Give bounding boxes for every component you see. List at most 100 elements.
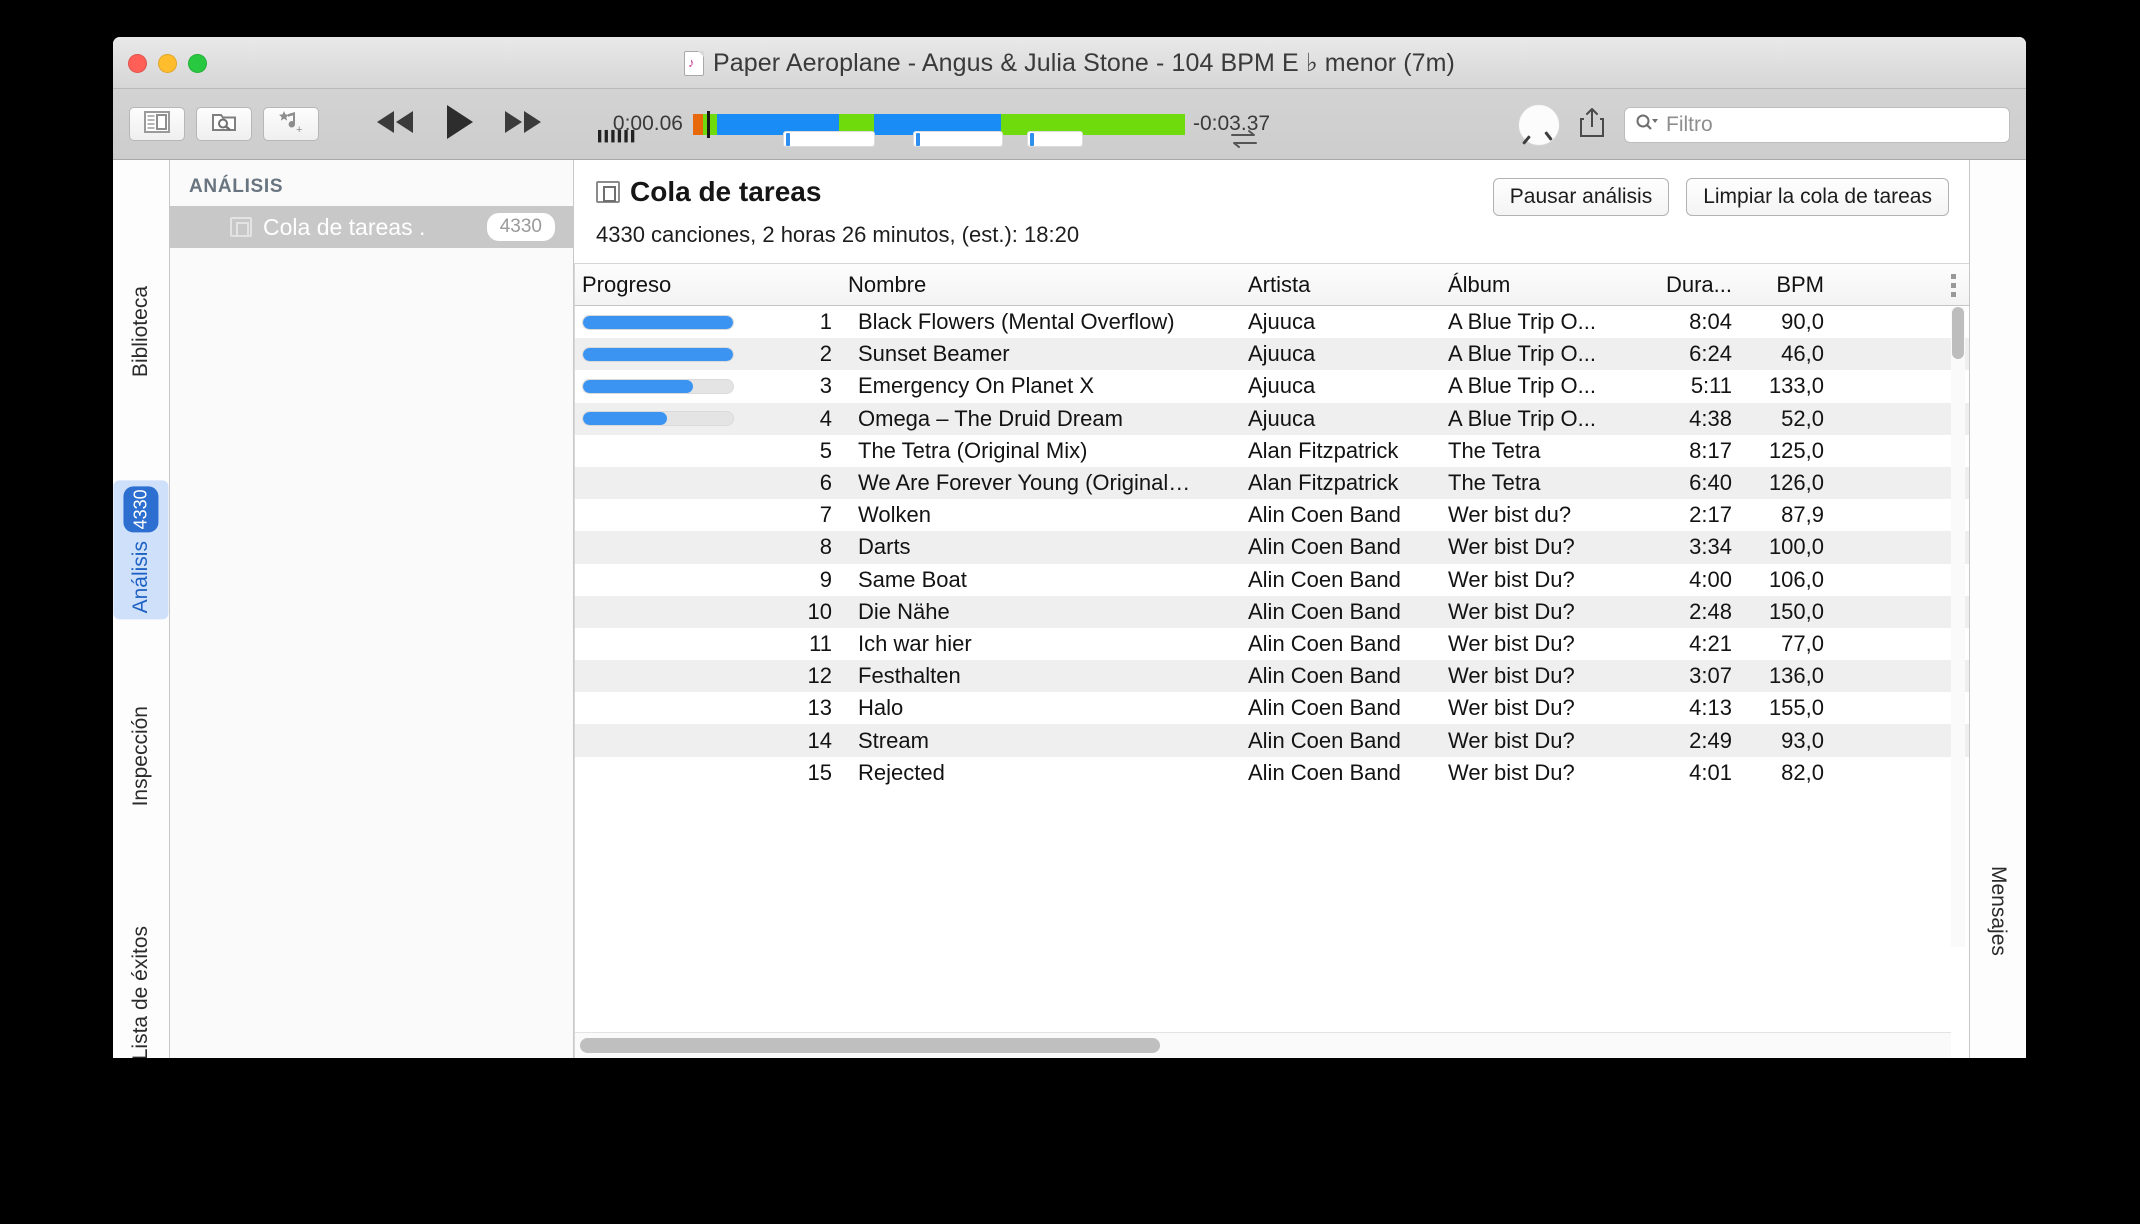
cue-marker-1[interactable] [783,131,875,147]
clear-queue-button[interactable]: Limpiar la cola de tareas [1686,178,1949,216]
cue-marker-3[interactable] [1027,131,1083,147]
table-row[interactable]: 5 The Tetra (Original Mix) Alan Fitzpatric… [574,435,1969,467]
rail-tab-inspecci-n[interactable]: Inspección [119,700,163,812]
cell-index: 6 [819,470,832,496]
fast-forward-icon[interactable] [502,109,544,140]
cell-index: 15 [807,759,832,785]
table-row[interactable]: 8 Darts Alin Coen Band Wer bist Du? 3:34 100,… [574,531,1969,564]
vertical-scrollbar-thumb[interactable] [1952,307,1964,359]
sidebar-item-badge: 4330 [486,213,555,241]
cell-bpm: 126,0 [1768,470,1824,496]
share-icon[interactable] [1578,106,1606,143]
column-header-artista[interactable]: Artista [1240,272,1440,298]
column-header-bpm[interactable]: BPM [1740,272,1832,298]
sidebar-item-task-queue[interactable]: Cola de tareas . 4330 [170,206,573,248]
table-row[interactable]: 1 Black Flowers (Mental Overflow) Ajuuca A … [574,306,1969,338]
cell-bpm: 133,0 [1768,373,1824,399]
table-row[interactable]: 15 Rejected Alin Coen Band Wer bist Du? 4:01… [574,757,1969,789]
svg-text:+: + [296,124,302,134]
add-to-playlist-button[interactable]: + [263,107,319,141]
table-row[interactable]: 10 Die Nähe Alin Coen Band Wer bist Du? 2:48… [574,595,1969,628]
cell-progress [574,411,792,427]
cell-bpm: 52,0 [1781,405,1824,431]
cell-progress [574,378,792,394]
cell-bpm: 93,0 [1781,727,1824,753]
search-input[interactable]: Filtro [1624,106,2010,143]
column-header-duracion[interactable]: Dura... [1650,272,1740,298]
column-header-progreso[interactable]: Progreso [574,272,792,298]
cell-bpm: 90,0 [1781,309,1824,335]
cell-name: We Are Forever Young (Original… [858,470,1191,496]
window-title: Paper Aeroplane - Angus & Julia Stone - … [713,49,1455,77]
rewind-icon[interactable] [374,109,416,140]
table-row[interactable]: 13 Halo Alin Coen Band Wer bist Du? 4:13 155,… [574,692,1969,724]
table-row[interactable]: 12 Festhalten Alin Coen Band Wer bist Du? 3:… [574,660,1969,693]
cell-bpm: 46,0 [1781,341,1824,367]
music-document-icon [684,50,704,76]
cell-artist: Ajuuca [1248,341,1316,367]
main-header: Cola de tareas 4330 canciones, 2 horas 2… [574,160,1969,248]
cell-name: Sunset Beamer [858,341,1010,367]
column-options-icon[interactable] [1951,274,1956,297]
table-row[interactable]: 4 Omega – The Druid Dream Ajuuca A Blue Tri… [574,402,1969,435]
cell-album: Wer bist du? [1448,502,1572,528]
cell-duration: 8:17 [1689,437,1732,463]
progress-bar [582,314,734,330]
table-row[interactable]: 11 Ich war hier Alin Coen Band Wer bist Du?… [574,628,1969,660]
cell-index: 13 [807,695,832,721]
source-list-header: ANÁLISIS [189,176,284,197]
table-row[interactable]: 9 Same Boat Alin Coen Band Wer bist Du? 4:00… [574,564,1969,596]
cell-bpm: 155,0 [1768,695,1824,721]
table-row[interactable]: 3 Emergency On Planet X Ajuuca A Blue Trip … [574,370,1969,402]
cell-name: Omega – The Druid Dream [858,405,1123,431]
cell-index: 7 [819,502,832,528]
loop-icon[interactable] [1228,128,1260,155]
rail-tab-label: Biblioteca [129,286,152,378]
play-icon[interactable] [444,104,474,145]
cell-name: Rejected [858,759,945,785]
left-tab-rail: Biblioteca Análisis 4330 Inspección Lista de… [113,160,170,1058]
progress-bar-fill [583,315,733,329]
table-row[interactable]: 14 Stream Alin Coen Band Wer bist Du? 2:49 93… [574,724,1969,757]
waveform-segment-0 [693,113,703,135]
cell-album: The Tetra [1448,470,1541,496]
cell-duration: 6:24 [1689,341,1732,367]
cue-marker-2[interactable] [913,131,1003,147]
cell-index: 9 [819,566,832,592]
table-row[interactable]: 6 We Are Forever Young (Original… Alan Fit… [574,466,1969,500]
right-tab-rail: Mensajes [1969,160,2026,1058]
horizontal-scrollbar[interactable] [574,1032,1951,1058]
cell-index: 1 [819,309,832,335]
cell-album: Wer bist Du? [1448,663,1575,689]
cell-artist: Ajuuca [1248,373,1316,399]
browse-folder-button[interactable] [196,107,252,141]
rail-tab-biblioteca[interactable]: Biblioteca [119,280,163,383]
cell-album: Wer bist Du? [1448,630,1575,656]
library-view-button[interactable] [129,107,185,141]
cell-artist: Alin Coen Band [1248,502,1401,528]
cell-artist: Alin Coen Band [1248,727,1401,753]
cell-duration: 2:17 [1689,502,1732,528]
cell-album: A Blue Trip O... [1448,341,1596,367]
cell-bpm: 100,0 [1768,534,1824,560]
jog-knob[interactable] [1518,103,1560,146]
table-row[interactable]: 2 Sunset Beamer Ajuuca A Blue Trip O... 6:24… [574,338,1969,371]
cell-album: Wer bist Du? [1448,566,1575,592]
pause-analysis-button[interactable]: Pausar análisis [1492,178,1670,216]
column-header-nombre[interactable]: Nombre [840,272,1240,298]
cell-progress [574,346,792,362]
rail-tab-lista-de-xitos[interactable]: Lista de éxitos [119,920,163,1058]
cell-duration: 4:01 [1689,759,1732,785]
cell-artist: Alin Coen Band [1248,566,1401,592]
horizontal-scrollbar-thumb[interactable] [580,1038,1160,1053]
cell-duration: 5:11 [1690,373,1732,399]
rail-tab-an-lisis[interactable]: Análisis 4330 [113,480,169,620]
progress-bar-fill [583,379,693,393]
column-header-album[interactable]: Álbum [1440,272,1650,298]
vertical-scrollbar[interactable] [1951,307,1965,947]
cell-name: Wolken [858,502,931,528]
rail-tab-mensajes[interactable]: Mensajes [1976,860,2020,962]
rail-tab-label: Inspección [129,706,152,807]
table-row[interactable]: 7 Wolken Alin Coen Band Wer bist du? 2:17 87,… [574,499,1969,531]
page-title: Cola de tareas [630,176,822,207]
